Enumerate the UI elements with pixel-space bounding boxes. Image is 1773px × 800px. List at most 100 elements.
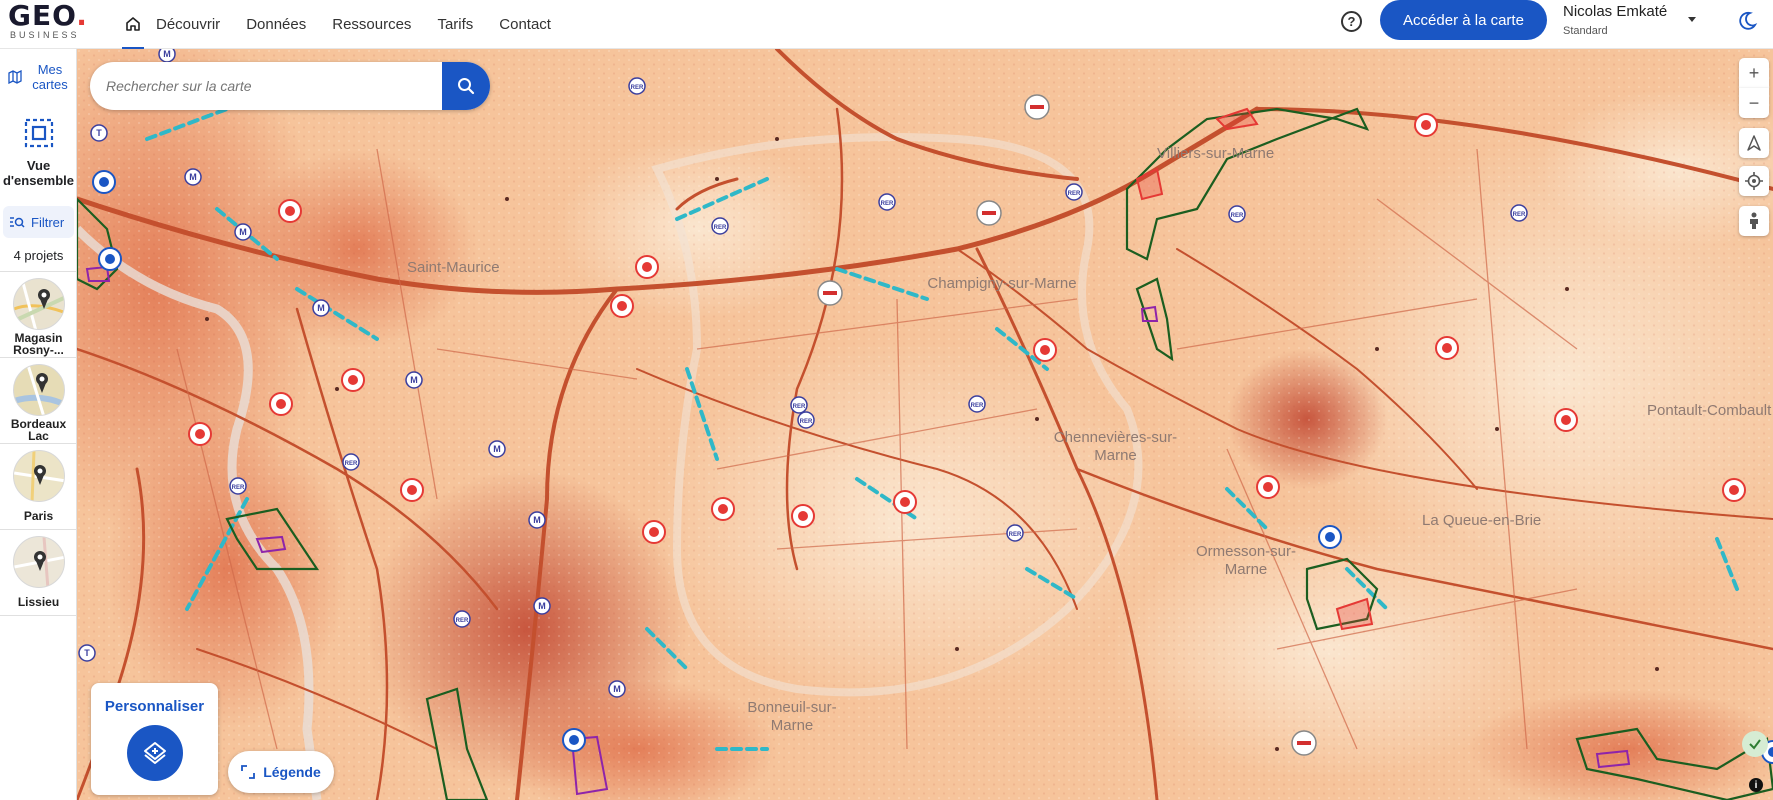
metro-station-icon[interactable]: M	[533, 597, 551, 615]
city-label: Bonneuil-sur-Marne	[747, 699, 837, 734]
metro-station-icon[interactable]: M	[158, 49, 176, 63]
svg-text:M: M	[317, 303, 325, 313]
store-marker-icon[interactable]	[1554, 408, 1578, 432]
user-plan: Standard	[1563, 25, 1608, 37]
top-header: GEO. BUSINESS Découvrir Données Ressourc…	[0, 0, 1773, 49]
supermarket-marker-icon[interactable]	[817, 280, 843, 306]
rer-station-icon[interactable]: RER	[1006, 524, 1024, 542]
info-icon[interactable]: i	[1749, 778, 1763, 792]
help-icon[interactable]: ?	[1341, 11, 1362, 32]
user-menu[interactable]: Nicolas Emkaté Standard	[1563, 3, 1667, 37]
metro-station-icon[interactable]: M	[184, 168, 202, 186]
supermarket-marker-icon[interactable]	[1291, 730, 1317, 756]
my-maps-label: Mes cartes	[32, 62, 68, 92]
search-button[interactable]	[442, 62, 490, 110]
logo-dot: .	[76, 0, 88, 32]
geolocate-button[interactable]	[1739, 166, 1769, 196]
store-marker-icon[interactable]	[711, 497, 735, 521]
nav-contact[interactable]: Contact	[499, 16, 551, 33]
heatmap-layer[interactable]: RER RER RER RER RER RER RER RER RER RER RER RER RER M…	[77, 49, 1773, 800]
metro-station-icon[interactable]: M	[234, 223, 252, 241]
metro-station-icon[interactable]: M	[488, 440, 506, 458]
store-marker-icon[interactable]	[1722, 478, 1746, 502]
rer-station-icon[interactable]: RER	[790, 396, 808, 414]
geo-business-logo[interactable]: GEO. BUSINESS	[8, 0, 102, 41]
compass-button[interactable]	[1739, 128, 1769, 158]
svg-text:M: M	[189, 172, 197, 182]
metro-station-icon[interactable]: M	[528, 511, 546, 529]
store-marker-icon[interactable]	[278, 199, 302, 223]
hypermarket-marker-icon[interactable]	[92, 170, 116, 194]
customize-panel: Personnaliser	[91, 683, 218, 795]
project-name: Lissieu	[17, 595, 60, 609]
rer-station-icon[interactable]: RER	[968, 395, 986, 413]
map-search-bar	[90, 62, 490, 110]
dark-mode-moon-icon[interactable]	[1736, 10, 1758, 32]
store-marker-icon[interactable]	[893, 490, 917, 514]
rer-station-icon[interactable]: RER	[342, 453, 360, 471]
nav-tarifs[interactable]: Tarifs	[437, 16, 473, 33]
open-map-button[interactable]: Accéder à la carte	[1380, 0, 1547, 40]
street-view-button[interactable]	[1739, 206, 1769, 236]
store-marker-icon[interactable]	[400, 478, 424, 502]
store-marker-icon[interactable]	[269, 392, 293, 416]
svg-text:M: M	[613, 684, 621, 694]
store-marker-icon[interactable]	[791, 504, 815, 528]
home-nav-button[interactable]	[122, 0, 144, 49]
rer-station-icon[interactable]: RER	[1065, 183, 1083, 201]
rer-station-icon[interactable]: RER	[453, 610, 471, 628]
metro-station-icon[interactable]: M	[405, 371, 423, 389]
zoom-out-button[interactable]: −	[1739, 88, 1769, 118]
nav-decouvrir[interactable]: Découvrir	[156, 16, 220, 33]
city-label: Villiers-sur-Marne	[1157, 145, 1275, 162]
city-label: Pontault-Combault	[1647, 402, 1772, 419]
supermarket-marker-icon[interactable]	[1024, 94, 1050, 120]
overview-button[interactable]: Vue d'ensemble	[0, 117, 77, 188]
rer-station-icon[interactable]: RER	[1510, 204, 1528, 222]
svg-text:RER: RER	[1513, 212, 1526, 218]
rer-station-icon[interactable]: RER	[1228, 205, 1246, 223]
map-canvas[interactable]: RER RER RER RER RER RER RER RER RER RER RER RER RER M…	[77, 49, 1773, 800]
my-maps-button[interactable]: Mes cartes	[2, 57, 75, 97]
project-item[interactable]: Magasin Rosny-...	[0, 271, 77, 357]
svg-text:M: M	[538, 601, 546, 611]
svg-text:M: M	[493, 444, 501, 454]
store-marker-icon[interactable]	[635, 255, 659, 279]
project-item[interactable]: Paris	[0, 443, 77, 529]
store-marker-icon[interactable]	[610, 294, 634, 318]
rer-station-icon[interactable]: RER	[878, 193, 896, 211]
filter-button[interactable]: Filtrer	[3, 206, 74, 238]
legend-button[interactable]: Légende	[228, 751, 334, 793]
check-status-icon[interactable]	[1742, 731, 1768, 757]
chevron-down-icon[interactable]	[1688, 17, 1696, 22]
rer-station-icon[interactable]: RER	[229, 477, 247, 495]
supermarket-marker-icon[interactable]	[976, 200, 1002, 226]
tram-station-icon[interactable]: T	[90, 124, 108, 142]
store-marker-icon[interactable]	[1033, 338, 1057, 362]
nav-ressources[interactable]: Ressources	[332, 16, 411, 33]
rer-station-icon[interactable]: RER	[628, 77, 646, 95]
store-marker-icon[interactable]	[341, 368, 365, 392]
store-marker-icon[interactable]	[1256, 475, 1280, 499]
metro-station-icon[interactable]: M	[312, 299, 330, 317]
svg-text:RER: RER	[881, 201, 894, 207]
svg-text:RER: RER	[714, 225, 727, 231]
store-marker-icon[interactable]	[642, 520, 666, 544]
rer-station-icon[interactable]: RER	[711, 217, 729, 235]
store-marker-icon[interactable]	[1435, 336, 1459, 360]
zoom-in-button[interactable]: +	[1739, 58, 1769, 88]
store-marker-icon[interactable]	[188, 422, 212, 446]
project-item[interactable]: Lissieu	[0, 529, 77, 615]
customize-button[interactable]	[126, 725, 183, 781]
city-label: Ormesson-sur-Marne	[1195, 543, 1296, 578]
hypermarket-marker-icon[interactable]	[562, 728, 586, 752]
metro-station-icon[interactable]: M	[608, 680, 626, 698]
tram-station-icon[interactable]: T	[78, 644, 96, 662]
rer-station-icon[interactable]: RER	[797, 411, 815, 429]
hypermarket-marker-icon[interactable]	[1318, 525, 1342, 549]
store-marker-icon[interactable]	[1414, 113, 1438, 137]
map-search-input[interactable]	[106, 78, 436, 94]
nav-donnees[interactable]: Données	[246, 16, 306, 33]
project-item[interactable]: Bordeaux Lac	[0, 357, 77, 443]
hypermarket-marker-icon[interactable]	[98, 247, 122, 271]
